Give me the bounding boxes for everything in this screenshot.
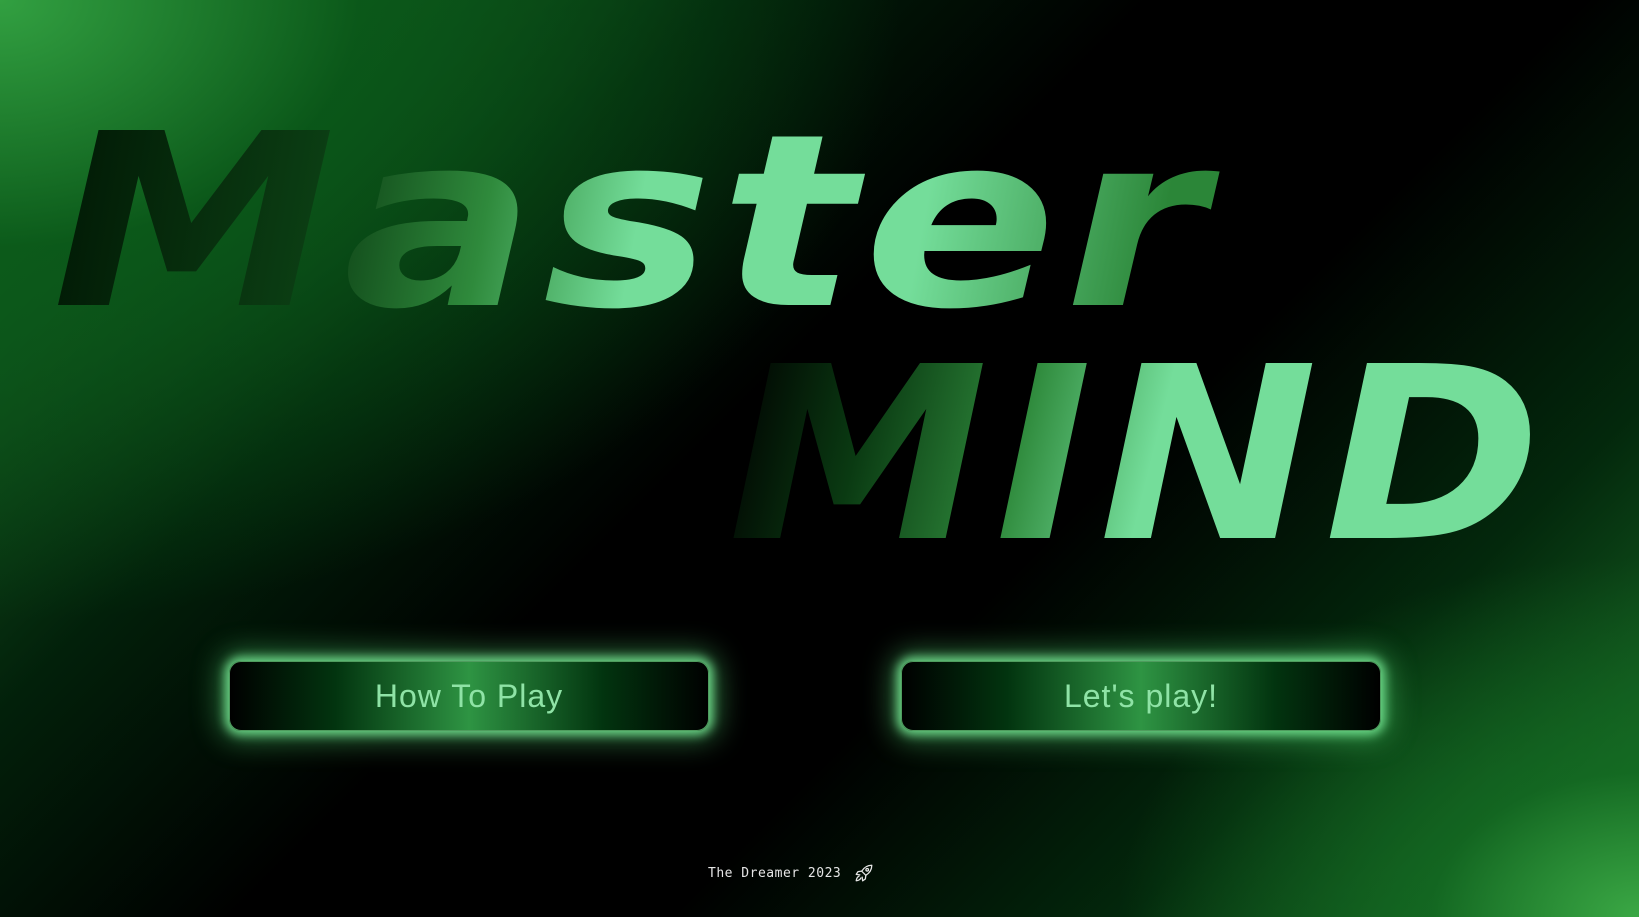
how-to-play-label: How To Play (374, 677, 564, 714)
how-to-play-button[interactable]: How To Play (229, 661, 709, 731)
lets-play-label: Let's play! (1063, 677, 1219, 714)
title-line-mind: MIND (728, 315, 1548, 560)
rocket-icon (853, 862, 875, 884)
footer: The Dreamer 2023 (708, 862, 875, 884)
lets-play-button[interactable]: Let's play! (901, 661, 1381, 731)
footer-credit: The Dreamer 2023 (708, 865, 842, 881)
game-title: Master MIND (52, 82, 1548, 560)
